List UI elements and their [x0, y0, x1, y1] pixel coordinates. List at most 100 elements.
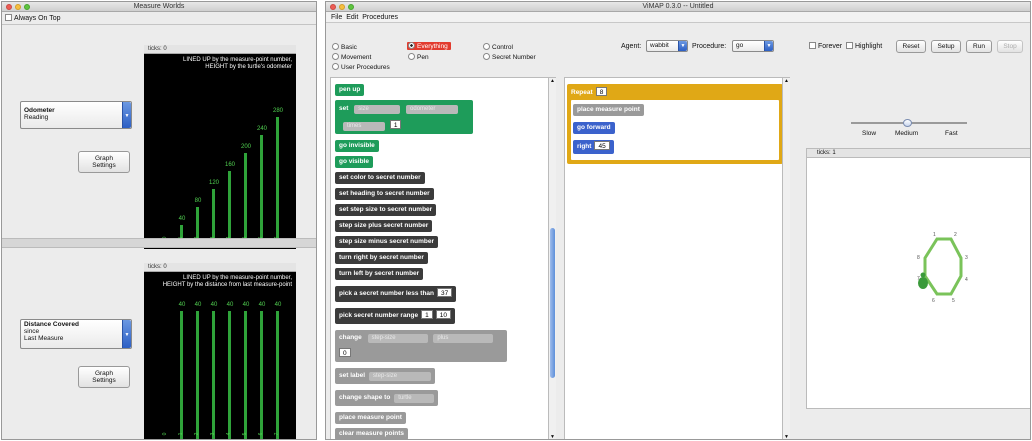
radio-icon[interactable] [483, 53, 490, 60]
repeat-count-input[interactable]: 8 [595, 87, 608, 96]
set-times-select[interactable]: times [343, 122, 385, 131]
radio-icon[interactable] [483, 43, 490, 50]
scroll-up-icon[interactable]: ▲ [783, 78, 790, 84]
category-pen[interactable]: Pen [408, 53, 429, 61]
radio-icon[interactable] [408, 53, 415, 60]
radio-selected-icon[interactable] [408, 42, 415, 49]
checkbox-icon[interactable] [5, 14, 12, 21]
bar-value-label: 160 [224, 162, 235, 168]
pick-range-max-input[interactable]: 10 [435, 310, 451, 319]
block-step-size-minus[interactable]: step size minus secret number [335, 236, 439, 248]
stop-button[interactable]: Stop [997, 40, 1023, 53]
block-set-heading[interactable]: set heading to secret number [335, 188, 434, 200]
bar [196, 311, 199, 439]
block-change-shape[interactable]: change shape to turtle [335, 390, 439, 406]
speed-fast: Fast [945, 130, 958, 137]
category-user-procedures[interactable]: User Procedures [332, 63, 390, 71]
checkbox-icon[interactable] [809, 42, 816, 49]
menu-procedures[interactable]: Procedures [362, 14, 398, 21]
block-pick-less-than[interactable]: pick a secret number less than 37 [335, 286, 457, 302]
radio-icon[interactable] [332, 53, 339, 60]
block-go-invisible[interactable]: go invisible [335, 140, 379, 152]
program-scrollbar[interactable]: ▲ ▼ [782, 78, 790, 439]
block-go-visible[interactable]: go visible [335, 156, 373, 168]
run-button[interactable]: Run [966, 40, 992, 53]
block-change[interactable]: change step-size plus 0 [335, 330, 507, 362]
block-turn-right[interactable]: turn right by secret number [335, 252, 428, 264]
pick-range-min-input[interactable]: 1 [421, 310, 433, 319]
category-control[interactable]: Control [483, 43, 513, 51]
graph-type-select-2[interactable]: Distance Covered since Last Measure ▼ [20, 319, 132, 349]
graph-settings-button[interactable]: Graph Settings [78, 151, 130, 173]
forever-label: Forever [818, 43, 843, 50]
palette-scrollbar[interactable]: ▲ ▼ [548, 78, 556, 439]
scroll-down-icon[interactable]: ▼ [549, 434, 556, 439]
block-right[interactable]: right 45 [573, 140, 614, 154]
category-basic[interactable]: Basic [332, 43, 357, 51]
block-pick-range[interactable]: pick secret number range 1 10 [335, 308, 455, 324]
block-clear-measure-points[interactable]: clear measure points [335, 428, 409, 439]
world-view[interactable]: ticks: 1 12345678 [806, 148, 1030, 409]
agent-select[interactable]: wabbit ▼ [646, 40, 688, 52]
chevron-down-icon: ▼ [122, 320, 131, 348]
chevron-down-icon: ▼ [764, 41, 773, 51]
change-variable-select[interactable]: step-size [367, 334, 428, 343]
block-place-measure-point[interactable]: place measure point [573, 104, 644, 116]
right-angle-input[interactable]: 45 [594, 141, 610, 150]
minimize-window-button[interactable] [339, 4, 345, 10]
shape-select[interactable]: turtle [394, 394, 435, 403]
zoom-window-button[interactable] [24, 4, 30, 10]
measure-point-label: 2 [954, 232, 957, 238]
pick-less-input[interactable]: 37 [437, 288, 453, 297]
close-window-button[interactable] [6, 4, 12, 10]
category-movement[interactable]: Movement [332, 53, 371, 61]
forever-toggle[interactable]: Forever [809, 42, 842, 50]
change-operation-select[interactable]: plus [433, 334, 494, 343]
minimize-window-button[interactable] [15, 4, 21, 10]
reset-button[interactable]: Reset [896, 40, 926, 53]
select-title: Odometer [24, 107, 55, 114]
block-place-measure-point[interactable]: place measure point [335, 412, 406, 424]
block-go-forward[interactable]: go forward [573, 122, 615, 134]
category-secret-number[interactable]: Secret Number [483, 53, 536, 61]
block-label: pick a secret number less than [339, 290, 435, 297]
measure-point-label: 4 [965, 277, 968, 283]
set-source-select[interactable]: odometer [406, 105, 459, 114]
bar [276, 311, 279, 439]
scroll-down-icon[interactable]: ▼ [783, 434, 790, 439]
menu-file[interactable]: File [331, 14, 342, 21]
block-set-color[interactable]: set color to secret number [335, 172, 425, 184]
block-pen-up[interactable]: pen up [335, 84, 365, 96]
block-set-step-size[interactable]: set step size to secret number [335, 204, 437, 216]
graph-settings-button-2[interactable]: Graph Settings [78, 366, 130, 388]
zoom-window-button[interactable] [348, 4, 354, 10]
always-on-top-toggle[interactable]: Always On Top [5, 14, 61, 22]
block-turn-left[interactable]: turn left by secret number [335, 268, 424, 280]
bar [260, 311, 263, 439]
palette-scroll-thumb[interactable] [550, 228, 555, 378]
setup-button[interactable]: Setup [931, 40, 961, 53]
block-step-size-plus[interactable]: step size plus secret number [335, 220, 433, 232]
radio-label: User Procedures [341, 64, 390, 71]
set-variable-select[interactable]: size [354, 105, 401, 114]
set-value-input[interactable]: 1 [389, 120, 402, 129]
graph-type-select[interactable]: Odometer Reading ▼ [20, 101, 132, 129]
block-label: go visible [339, 158, 369, 165]
change-value-input[interactable]: 0 [339, 348, 351, 357]
close-window-button[interactable] [330, 4, 336, 10]
set-label-select[interactable]: step-size [369, 372, 432, 381]
radio-icon[interactable] [332, 63, 339, 70]
scroll-up-icon[interactable]: ▲ [549, 78, 556, 84]
world-bottom-area [806, 409, 1030, 439]
speed-slider-knob[interactable] [903, 119, 912, 127]
category-everything[interactable]: Everything [407, 42, 451, 50]
menu-edit[interactable]: Edit [346, 14, 358, 21]
repeat-block[interactable]: Repeat 8 place measure point go forward r… [567, 84, 783, 164]
radio-icon[interactable] [332, 43, 339, 50]
procedure-select[interactable]: go ▼ [732, 40, 774, 52]
checkbox-icon[interactable] [846, 42, 853, 49]
block-set-label[interactable]: set label step-size [335, 368, 436, 384]
highlight-toggle[interactable]: Highlight [846, 42, 882, 50]
block-set[interactable]: set size odometer times 1 [335, 100, 473, 134]
program-canvas[interactable]: Repeat 8 place measure point go forward r… [564, 77, 790, 439]
